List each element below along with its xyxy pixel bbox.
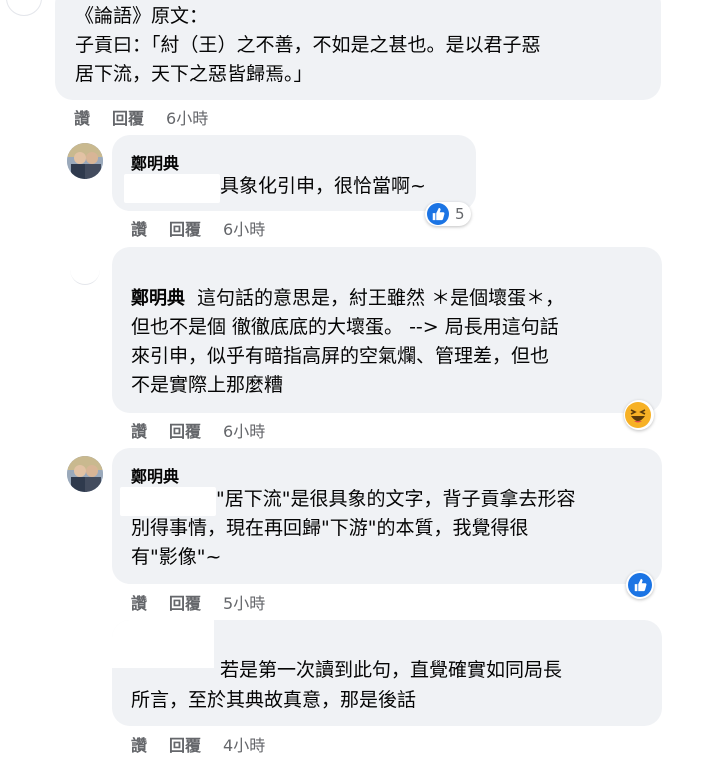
comment-text-line: 《論語》原文：: [75, 5, 209, 27]
comment-actions: 讚 回覆 6小時: [131, 418, 265, 442]
comment-bubble: 鄭明典 "居下流"是很具象的文字，背子貢拿去形容 別得事情，現在再回歸"下游"的…: [112, 448, 662, 584]
like-button[interactable]: 讚: [131, 590, 147, 614]
redacted-mention: [124, 174, 220, 203]
comment-bubble: 《論語》原文： 子貢曰：「紂（王）之不善，不如是之甚也。是以君子惡 居下流，天下…: [55, 0, 661, 100]
reply-button[interactable]: 回覆: [169, 418, 201, 442]
reply-button[interactable]: 回覆: [112, 105, 144, 129]
like-button[interactable]: 讚: [74, 105, 90, 129]
comment-timestamp[interactable]: 4小時: [223, 732, 265, 756]
avatar[interactable]: [67, 456, 103, 492]
like-button[interactable]: 讚: [131, 418, 147, 442]
comment-actions: 讚 回覆 5小時: [131, 590, 265, 614]
comment-text-line: "居下流"是很具象的文字，背子貢拿去形容: [216, 488, 576, 510]
comment-text-line: 子貢曰：「紂（王）之不善，不如是之甚也。是以君子惡: [75, 34, 541, 56]
avatar[interactable]: [67, 143, 103, 179]
comment-bubble: 鄭明典 這句話的意思是，紂王雖然 ＊是個壞蛋＊， 但也不是個 徹徹底底的大壞蛋。…: [112, 247, 662, 413]
reaction-count: 5: [455, 205, 465, 223]
comment-timestamp[interactable]: 5小時: [223, 590, 265, 614]
like-icon: [628, 573, 652, 597]
comment-text-line: 有"影像"~: [131, 546, 222, 568]
avatar[interactable]: [70, 254, 100, 285]
comment-author[interactable]: 鄭明典: [131, 288, 185, 309]
comment-timestamp[interactable]: 6小時: [166, 105, 208, 129]
comment-text-line: 居下流，天下之惡皆歸焉。」: [75, 63, 313, 85]
comment-text-line: 鄭明典 這句話的意思是，紂王雖然 ＊是個壞蛋＊，: [131, 284, 564, 313]
comment-actions: 讚 回覆 6小時: [74, 105, 208, 129]
reply-button[interactable]: 回覆: [169, 590, 201, 614]
redacted-author: [112, 620, 214, 668]
comment-text-line: 但也不是個 徹徹底底的大壞蛋。 --> 局長用這句話: [131, 316, 559, 338]
reaction-summary[interactable]: 5: [425, 202, 471, 226]
comment-actions: 讚 回覆 4小時: [131, 732, 265, 756]
reply-button[interactable]: 回覆: [169, 216, 201, 240]
reaction-summary[interactable]: [626, 571, 654, 599]
like-icon: [427, 203, 449, 225]
comment-text-line: 來引申，似乎有暗指高屏的空氣爛、管理差，但也: [131, 345, 550, 367]
comment-bubble: 鄭明典 具象化引申，很恰當啊~: [112, 135, 476, 211]
avatar[interactable]: [6, 0, 42, 16]
comment-text: 具象化引申，很恰當啊~: [220, 175, 426, 197]
reply-button[interactable]: 回覆: [169, 732, 201, 756]
comment-actions: 讚 回覆 6小時: [131, 216, 265, 240]
comment-timestamp[interactable]: 6小時: [223, 418, 265, 442]
comment-text-line: 所言，至於其典故真意，那是後話: [131, 689, 417, 711]
comment-timestamp[interactable]: 6小時: [223, 216, 265, 240]
comment-text: 這句話的意思是，紂王雖然 ＊是個壞蛋＊，: [197, 287, 565, 309]
comment-text-line: 別得事情，現在再回歸"下游"的本質，我覺得很: [131, 517, 529, 539]
comment-bubble: 若是第一次讀到此句，直覺確實如同局長 所言，至於其典故真意，那是後話: [112, 620, 662, 726]
redacted-mention: [120, 487, 216, 516]
reaction-summary[interactable]: [624, 400, 654, 430]
comment-text-line: 若是第一次讀到此句，直覺確實如同局長: [220, 659, 563, 681]
comment-text-line: 不是實際上那麼糟: [131, 374, 284, 396]
haha-icon: [625, 402, 651, 428]
like-button[interactable]: 讚: [131, 216, 147, 240]
like-button[interactable]: 讚: [131, 732, 147, 756]
